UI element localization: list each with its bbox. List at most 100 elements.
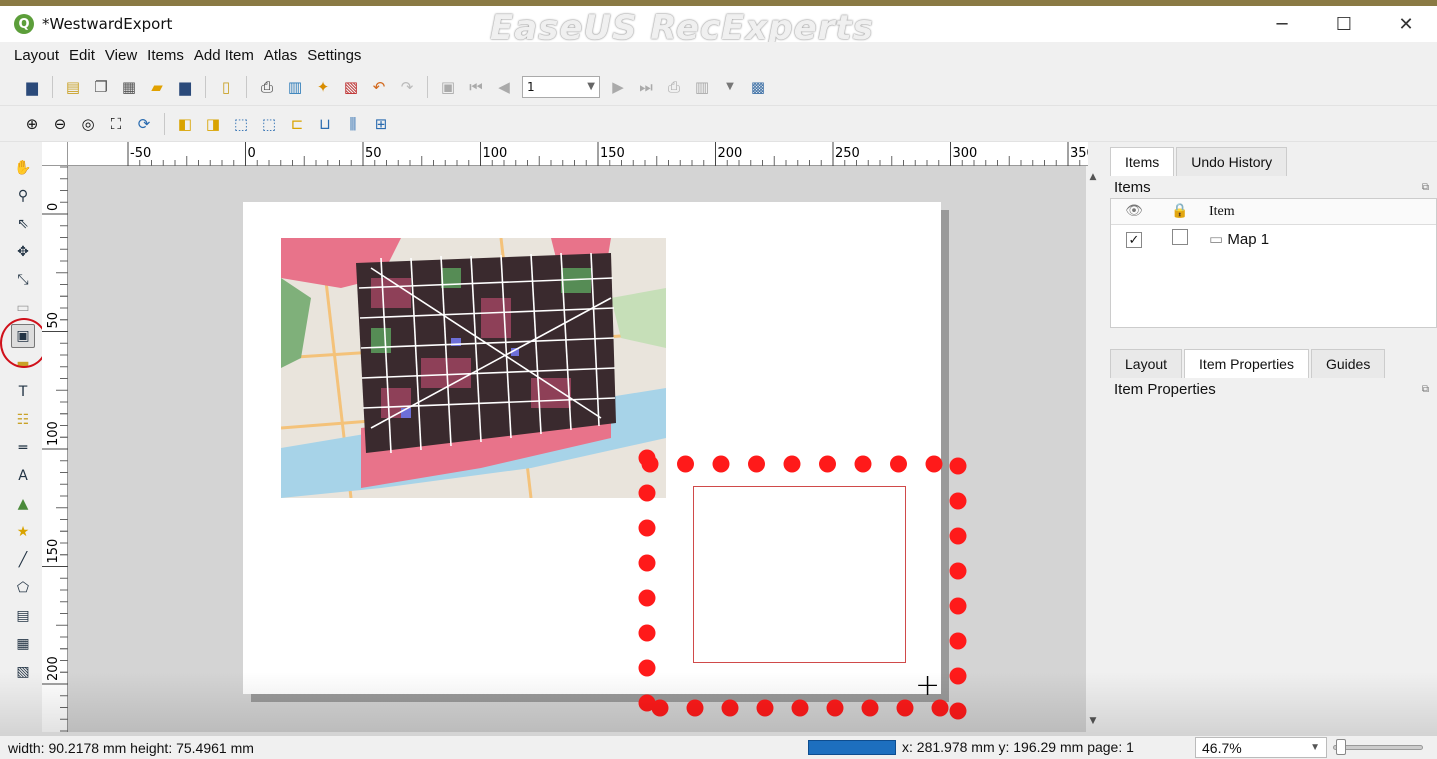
add-shape-icon[interactable]: ▲ [11,492,35,516]
print-icon[interactable]: ⎙ [256,76,278,98]
lock-icon[interactable]: 🔒 [1157,203,1203,220]
tab-item-properties[interactable]: Item Properties [1184,349,1309,378]
redo-icon[interactable]: ↷ [396,76,418,98]
table-row[interactable]: ✓ ▭ Map 1 [1111,225,1436,253]
refresh-icon[interactable]: ⟳ [133,113,155,135]
add-attribute-table-icon[interactable]: ▦ [11,632,35,656]
scroll-down-icon[interactable]: ▼ [1086,716,1100,726]
add-legend-icon[interactable]: ☷ [11,408,35,432]
last-feature-icon[interactable]: ⏭ [635,76,657,98]
add-html-icon[interactable]: ▤ [11,604,35,628]
float-panel-icon[interactable]: ⧉ [1422,182,1429,193]
menu-layout[interactable]: Layout [14,47,59,64]
close-button[interactable]: ✕ [1375,6,1437,42]
tab-items[interactable]: Items [1110,147,1175,176]
maximize-button[interactable]: ☐ [1313,6,1375,42]
add-label-icon[interactable]: T [11,380,35,404]
menu-settings[interactable]: Settings [307,47,361,64]
export-image-icon[interactable]: ▥ [284,76,306,98]
menu-items[interactable]: Items [147,47,184,64]
print-atlas-icon[interactable]: ⎙ [663,76,685,98]
horizontal-ruler-ticks: -50 0 50 100 150 200 250 300 350 [127,142,1095,166]
resize-icon[interactable]: ⊞ [370,113,392,135]
add-3d-map-icon[interactable]: ▭ [11,296,35,320]
highlight-dot [890,455,907,473]
lower-item-icon[interactable]: ◨ [202,113,224,135]
zoom-slider-handle[interactable] [1336,739,1346,755]
toolbar-separator [205,75,206,98]
add-marker-icon[interactable]: ★ [11,520,35,544]
save-template-icon[interactable]: ▆ [174,76,196,98]
move-content-icon[interactable]: ✥ [11,240,35,264]
atlas-preview-icon[interactable]: ▣ [437,76,459,98]
menu-add-item[interactable]: Add Item [194,47,254,64]
align-left-icon[interactable]: ⊏ [286,113,308,135]
new-layout-icon[interactable]: ▤ [62,76,84,98]
visibility-eye-icon[interactable]: 👁 [1111,203,1157,220]
status-bar: width: 90.2178 mm height: 75.4961 mm x: … [0,736,1437,759]
highlight-dot [638,659,656,677]
add-north-arrow-icon[interactable]: A [11,464,35,488]
pan-hand-icon[interactable]: ✋ [11,156,35,180]
float-panel-icon[interactable]: ⧉ [1422,384,1429,395]
zoom-actual-icon[interactable]: ◎ [77,113,99,135]
column-item[interactable]: Item [1203,204,1436,220]
raise-item-icon[interactable]: ◧ [174,113,196,135]
save-icon[interactable]: ▆ [21,76,43,98]
next-feature-icon[interactable]: ▶ [607,76,629,98]
atlas-page-combo[interactable]: 1 ▼ [522,75,600,98]
export-pdf-icon[interactable]: ▧ [340,76,362,98]
highlight-dot [638,554,656,572]
distribute-icon[interactable]: ⫼ [342,113,364,135]
tab-layout[interactable]: Layout [1110,349,1183,378]
duplicate-layout-icon[interactable]: ❐ [90,76,112,98]
export-svg-icon[interactable]: ✦ [312,76,334,98]
align-bottom-icon[interactable]: ⊔ [314,113,336,135]
item-name[interactable]: Map 1 [1227,231,1269,248]
previous-feature-icon[interactable]: ◀ [493,76,515,98]
add-fixed-table-icon[interactable]: ▧ [11,660,35,684]
scroll-up-icon[interactable]: ▲ [1086,166,1100,182]
zoom-tool-icon[interactable]: ⚲ [11,184,35,208]
group-items-icon[interactable]: ⬚ [230,113,252,135]
menu-atlas[interactable]: Atlas [264,47,297,64]
highlight-dot [783,455,801,473]
zoom-in-icon[interactable]: ⊕ [21,113,43,135]
tab-guides[interactable]: Guides [1310,349,1386,378]
ruler-label: 0 [46,203,61,211]
minimize-button[interactable]: ─ [1251,6,1313,42]
tab-undo-history[interactable]: Undo History [1176,147,1288,176]
undo-icon[interactable]: ↶ [368,76,390,98]
canvas-vertical-scrollbar[interactable]: ▲ ▼ [1086,166,1100,732]
visible-checkbox[interactable]: ✓ [1126,231,1142,248]
menu-view[interactable]: View [105,47,137,64]
item-size-readout: width: 90.2178 mm height: 75.4961 mm [8,739,254,756]
add-scalebar-icon[interactable]: ═ [11,436,35,460]
vertical-ruler[interactable]: 0 50 100 150 200 [42,166,68,732]
add-polygon-icon[interactable]: ⬠ [11,576,35,600]
layout-canvas[interactable]: + [68,166,1086,732]
open-template-icon[interactable]: ▰ [146,76,168,98]
ungroup-items-icon[interactable]: ⬚ [258,113,280,135]
lock-checkbox[interactable] [1172,229,1188,245]
menu-edit[interactable]: Edit [69,47,95,64]
export-atlas-icon[interactable]: ▥ [691,76,713,98]
highlight-dot [638,589,656,607]
zoom-out-icon[interactable]: ⊖ [49,113,71,135]
add-polyline-icon[interactable]: ╱ [11,548,35,572]
select-arrow-icon[interactable]: ⇖ [11,212,35,236]
edit-nodes-icon[interactable]: ⤡ [11,268,35,292]
ruler-label: 150 [600,146,625,161]
atlas-settings-icon[interactable]: ▩ [747,76,769,98]
horizontal-ruler[interactable]: -50 0 50 100 150 200 250 300 350 [68,142,1095,166]
ruler-label: 100 [483,146,508,161]
highlight-dot [712,455,730,473]
tool-palette: ✋ ⚲ ⇖ ✥ ⤡ ▭ ▣ ▬ T ☷ ═ A ▲ ★ ╱ ⬠ ▤ ▦ ▧ [8,154,38,730]
first-feature-icon[interactable]: ⏮ [465,76,487,98]
zoom-combo[interactable]: 46.7% ▼ [1195,737,1327,758]
layout-manager-icon[interactable]: ▦ [118,76,140,98]
add-pages-icon[interactable]: ▯ [215,76,237,98]
zoom-slider-track[interactable] [1333,745,1423,750]
zoom-full-icon[interactable]: ⛶ [105,113,127,135]
export-atlas-dropdown-icon[interactable]: ▼ [719,76,741,98]
